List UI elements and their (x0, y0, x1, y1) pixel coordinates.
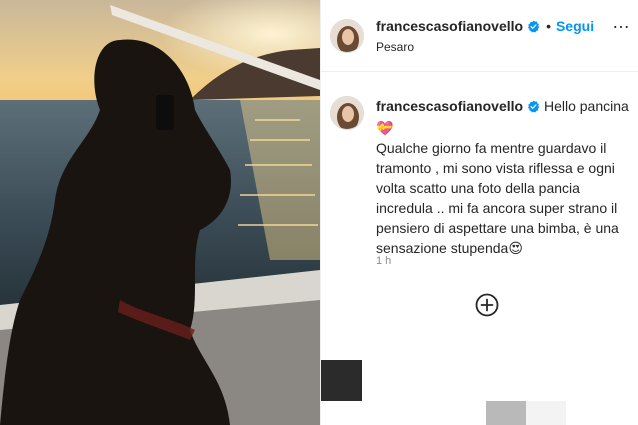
post-details-panel: francescasofianovello • Segui … Pesaro fra… (320, 0, 638, 425)
avatar[interactable] (330, 19, 364, 53)
post-header: francescasofianovello • Segui … Pesaro (321, 0, 638, 72)
verified-badge-icon (527, 20, 540, 38)
avatar-image (331, 20, 363, 52)
verified-badge-icon (527, 98, 540, 118)
post-caption: francescasofianovello Hello pancina 💝 Qu… (376, 96, 631, 258)
post-timestamp[interactable]: 1 h (376, 255, 391, 267)
plus-circle-icon[interactable] (475, 293, 499, 317)
follow-button[interactable]: Segui (556, 18, 594, 34)
avatar-image (331, 97, 363, 129)
separator-dot: • (546, 18, 551, 34)
more-options-icon[interactable]: … (612, 12, 631, 33)
caption-emoji: 💝 (376, 120, 394, 136)
related-thumbnail[interactable] (526, 401, 566, 425)
caption-avatar[interactable] (330, 96, 364, 130)
related-thumbnail[interactable] (486, 401, 526, 425)
sunset-boat-photo (0, 0, 320, 425)
caption-body-text: Qualche giorno fa mentre guardavo il tra… (376, 140, 619, 256)
related-thumbnail[interactable] (321, 360, 362, 401)
caption-username-link[interactable]: francescasofianovello (376, 98, 523, 114)
username-link[interactable]: francescasofianovello (376, 18, 523, 34)
header-title-row: francescasofianovello • Segui (376, 18, 594, 38)
location-link[interactable]: Pesaro (376, 40, 414, 54)
post-photo[interactable] (0, 0, 320, 425)
caption-lead-text: Hello pancina (543, 98, 629, 114)
